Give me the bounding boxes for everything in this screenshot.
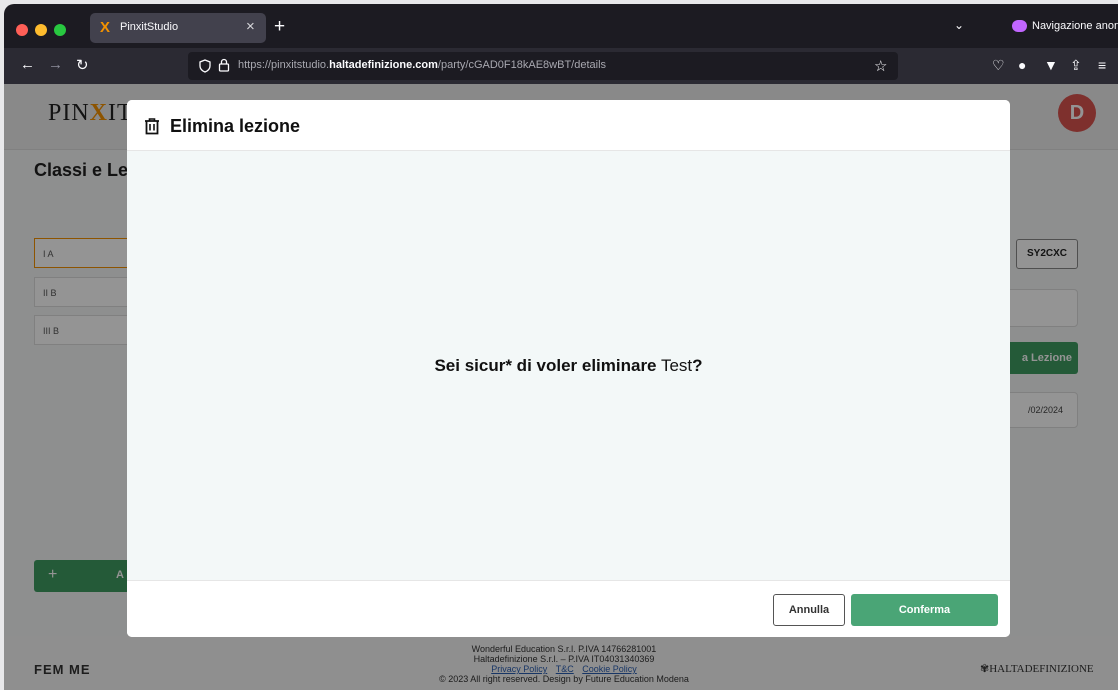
new-tab-button[interactable]: + [274,16,285,38]
modal-header: Elimina lezione [127,100,1010,151]
confirm-button[interactable]: Conferma [851,594,998,626]
browser-window: X PinxitStudio × + ⌄ Navigazione anonima… [4,4,1118,690]
extension-icon[interactable]: ● [1018,57,1026,73]
modal-title: Elimina lezione [170,116,301,136]
close-tab-icon[interactable]: × [246,18,255,35]
url-text[interactable]: https://pinxitstudio.haltadefinizione.co… [238,59,606,71]
navigation-bar: ← → ↻ https://pinxitstudio.haltadefinizi… [4,48,1118,84]
minimize-window-button[interactable] [35,24,47,36]
modal-footer: Annulla Conferma [127,580,1010,637]
close-window-button[interactable] [16,24,28,36]
url-bar[interactable]: https://pinxitstudio.haltadefinizione.co… [188,52,898,80]
cancel-button[interactable]: Annulla [773,594,845,626]
lock-icon[interactable] [218,58,230,72]
tab-title: PinxitStudio [120,21,179,33]
trash-icon [145,118,159,135]
tab-bar: X PinxitStudio × + ⌄ Navigazione anonima [4,4,1118,48]
reload-icon[interactable]: ↻ [76,56,89,74]
bookmark-star-icon[interactable]: ☆ [874,57,887,75]
shield-icon[interactable] [198,59,212,73]
lesson-name: Test [660,356,693,375]
confirmation-question: Sei sicur* di voler eliminare Test? [434,356,703,375]
forward-arrow-icon[interactable]: → [48,56,63,73]
vpn-icon[interactable]: ▼ [1044,57,1058,73]
menu-icon[interactable]: ≡ [1098,57,1106,73]
chevron-down-icon[interactable]: ⌄ [954,18,964,32]
share-icon[interactable]: ⇪ [1070,57,1082,74]
back-arrow-icon[interactable]: ← [20,56,35,73]
pinxit-logo-icon: X [100,19,111,36]
private-browsing-icon [1012,20,1027,32]
modal-body: Sei sicur* di voler eliminare Test? [127,151,1010,580]
browser-tab[interactable]: X PinxitStudio × [90,13,266,43]
zoom-window-button[interactable] [54,24,66,36]
pocket-icon[interactable]: ♡ [992,57,1005,74]
delete-lesson-modal: Elimina lezione Sei sicur* di voler elim… [127,100,1010,637]
private-browsing-label: Navigazione anonima [1032,20,1118,32]
